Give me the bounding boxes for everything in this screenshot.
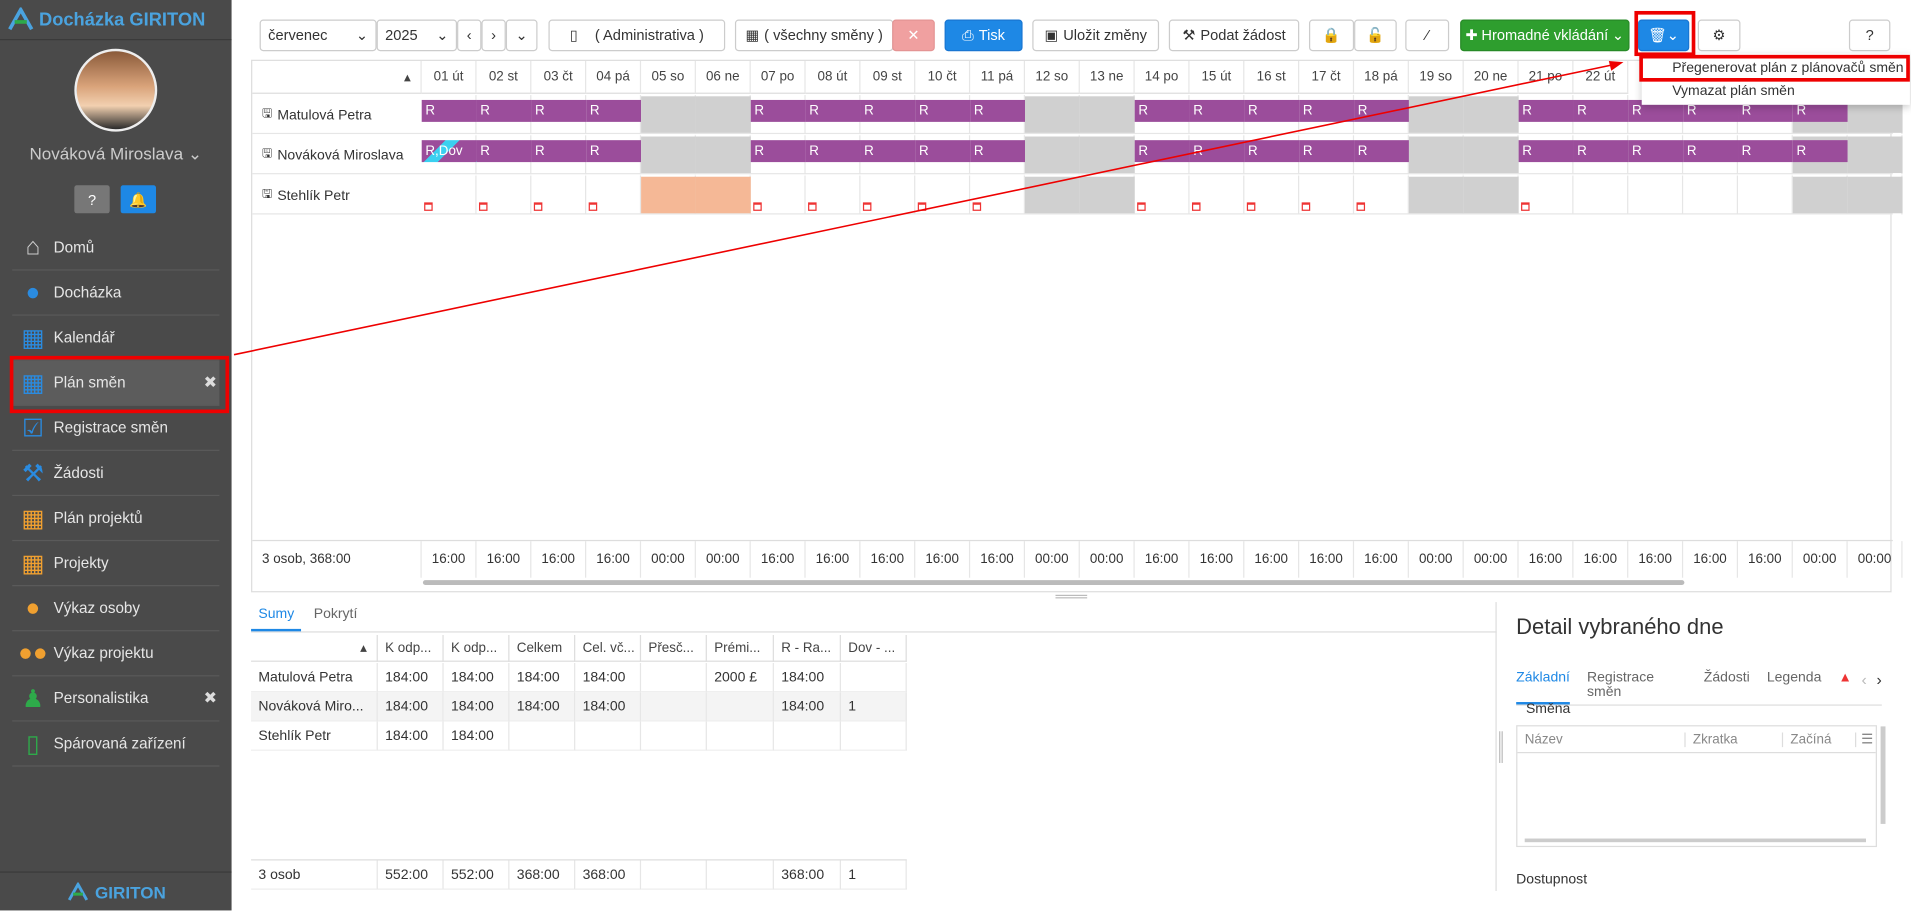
annotation-arrow (233, 60, 1624, 356)
app-window: Docházka GIRITON Nováková Miroslava ⌄ ? … (0, 0, 1911, 911)
